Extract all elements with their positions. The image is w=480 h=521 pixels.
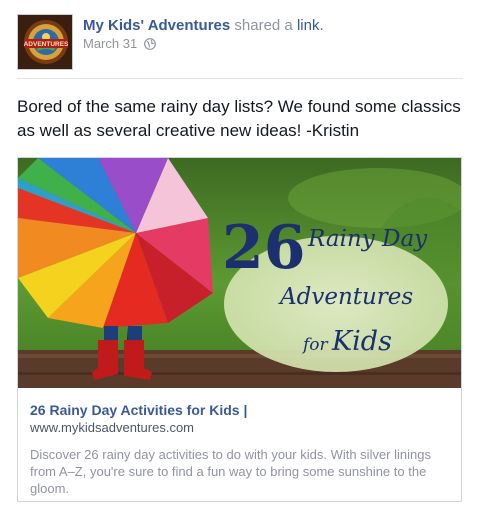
rainy-day-illustration: 26 Rainy Day Adventures for Kids [18, 158, 461, 388]
action-text: shared a [234, 17, 293, 34]
link-description: Discover 26 rainy day activities to do w… [30, 447, 431, 496]
post-date[interactable]: March 31 [83, 36, 137, 51]
header-divider [17, 78, 463, 79]
image-number: 26 [222, 213, 306, 283]
image-line-1: Rainy Day [307, 226, 428, 252]
facebook-post: ADVENTURES My Kids' Adventures shared a … [0, 0, 480, 521]
author-line: My Kids' Adventures shared a link. [83, 17, 324, 34]
logo-wordmark: ADVENTURES [24, 41, 69, 48]
page-avatar[interactable]: ADVENTURES [17, 14, 73, 70]
post-header: ADVENTURES My Kids' Adventures shared a … [17, 14, 463, 72]
link-title[interactable]: 26 Rainy Day Activities for Kids | [30, 402, 247, 418]
post-message: Bored of the same rainy day lists? We fo… [17, 97, 461, 140]
image-line-2: Adventures [278, 284, 413, 310]
globe-icon[interactable] [144, 37, 157, 50]
image-line-3-big: Kids [331, 326, 392, 357]
link-preview-image[interactable]: 26 Rainy Day Adventures for Kids [18, 158, 461, 388]
link-preview-card[interactable]: 26 Rainy Day Adventures for Kids 26 Rain… [17, 157, 462, 502]
author-link[interactable]: My Kids' Adventures [83, 17, 230, 34]
shared-link-word[interactable]: link. [297, 17, 324, 34]
adventures-logo: ADVENTURES [18, 15, 72, 69]
link-domain: www.mykidsadventures.com [30, 420, 194, 435]
image-line-3-small: for [301, 335, 329, 355]
post-meta: March 31 [83, 36, 157, 51]
